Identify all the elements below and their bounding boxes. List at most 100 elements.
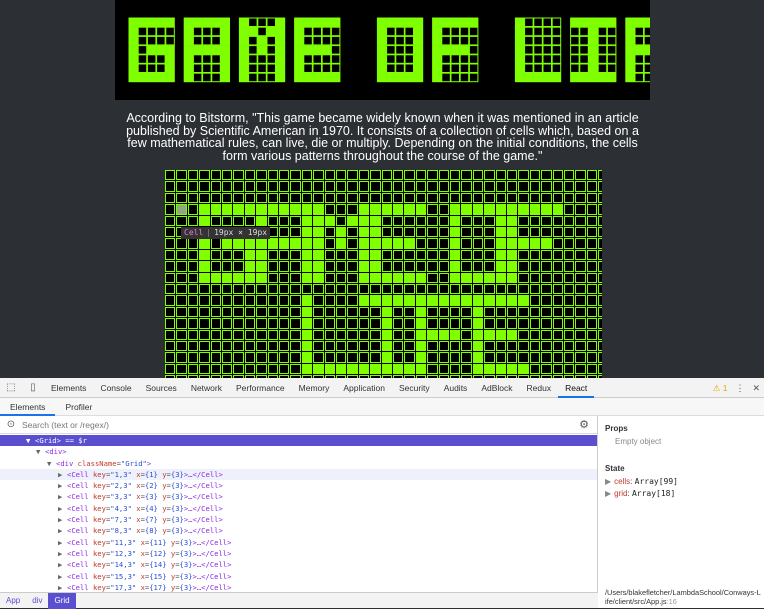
grid-cell[interactable] <box>233 204 244 215</box>
grid-cell[interactable] <box>222 181 233 192</box>
grid-cell[interactable] <box>529 204 541 215</box>
devtools-tab-redux[interactable]: Redux <box>520 378 559 398</box>
grid-cell[interactable] <box>575 215 586 226</box>
grid-cell[interactable] <box>256 261 267 272</box>
grid-cell[interactable] <box>438 272 449 283</box>
grid-cell[interactable] <box>438 318 449 329</box>
grid-cell[interactable] <box>233 284 244 295</box>
grid-cell[interactable] <box>586 249 598 261</box>
grid-cell[interactable] <box>598 227 602 238</box>
grid-cell[interactable] <box>165 306 176 318</box>
grid-cell[interactable] <box>393 192 404 204</box>
grid-cell[interactable] <box>552 181 563 192</box>
grid-cell[interactable] <box>404 204 415 215</box>
grid-cell[interactable] <box>370 192 381 204</box>
grid-cell[interactable] <box>472 170 484 181</box>
grid-cell[interactable] <box>301 227 313 238</box>
grid-cell[interactable] <box>256 192 267 204</box>
grid-cell[interactable] <box>187 318 199 329</box>
grid-cell[interactable] <box>541 363 552 375</box>
grid-cell[interactable] <box>564 363 575 375</box>
grid-cell[interactable] <box>301 295 313 306</box>
grid-cell[interactable] <box>507 329 518 340</box>
grid-cell[interactable] <box>529 318 541 329</box>
grid-cell[interactable] <box>529 352 541 363</box>
grid-cell[interactable] <box>199 318 210 329</box>
grid-cell[interactable] <box>461 170 472 181</box>
grid-cell[interactable] <box>187 306 199 318</box>
grid-cell[interactable] <box>552 295 563 306</box>
grid-cell[interactable] <box>347 295 358 306</box>
subtab-elements[interactable]: Elements <box>0 398 56 416</box>
grid-cell[interactable] <box>552 306 563 318</box>
grid-cell[interactable] <box>598 363 602 375</box>
grid-cell[interactable] <box>233 181 244 192</box>
grid-cell[interactable] <box>336 192 347 204</box>
close-devtools-icon[interactable]: ✕ <box>752 383 760 394</box>
grid-cell[interactable] <box>586 227 598 238</box>
grid-cell[interactable] <box>564 306 575 318</box>
grid-cell[interactable] <box>336 249 347 261</box>
grid-cell[interactable] <box>222 249 233 261</box>
grid-cell[interactable] <box>381 352 392 363</box>
grid-cell[interactable] <box>267 295 278 306</box>
grid-cell[interactable] <box>290 295 301 306</box>
grid-cell[interactable] <box>267 249 278 261</box>
grid-cell[interactable] <box>370 249 381 261</box>
grid-cell[interactable] <box>187 192 199 204</box>
grid-cell[interactable] <box>495 170 506 181</box>
grid-cell[interactable] <box>301 272 313 283</box>
grid-cell[interactable] <box>552 284 563 295</box>
grid-cell[interactable] <box>165 272 176 283</box>
grid-cell[interactable] <box>244 295 256 306</box>
grid-cell[interactable] <box>313 352 324 363</box>
grid-cell[interactable] <box>507 238 518 249</box>
grid-cell[interactable] <box>484 272 495 283</box>
grid-cell[interactable] <box>347 170 358 181</box>
grid-cell[interactable] <box>165 238 176 249</box>
grid-cell[interactable] <box>301 341 313 352</box>
grid-cell[interactable] <box>187 341 199 352</box>
grid-cell[interactable] <box>176 272 187 283</box>
grid-cell[interactable] <box>393 306 404 318</box>
grid-cell[interactable] <box>484 318 495 329</box>
grid-cell[interactable] <box>244 261 256 272</box>
grid-cell[interactable] <box>313 295 324 306</box>
grid-cell[interactable] <box>233 249 244 261</box>
state-entry[interactable]: ▶ grid: Array[18] <box>605 489 758 498</box>
grid-cell[interactable] <box>358 272 370 283</box>
grid-cell[interactable] <box>575 272 586 283</box>
grid-cell[interactable] <box>279 227 290 238</box>
grid-cell[interactable] <box>586 181 598 192</box>
grid-cell[interactable] <box>279 272 290 283</box>
grid-cell[interactable] <box>564 170 575 181</box>
grid-cell[interactable] <box>370 341 381 352</box>
grid-cell[interactable] <box>427 215 438 226</box>
grid-cell[interactable] <box>427 295 438 306</box>
grid-cell[interactable] <box>450 341 461 352</box>
grid-cell[interactable] <box>586 295 598 306</box>
grid-cell[interactable] <box>301 318 313 329</box>
grid-cell[interactable] <box>301 170 313 181</box>
grid-cell[interactable] <box>575 363 586 375</box>
grid-cell[interactable] <box>507 261 518 272</box>
grid-cell[interactable] <box>393 363 404 375</box>
grid-cell[interactable] <box>507 363 518 375</box>
grid-cell[interactable] <box>518 329 529 340</box>
devtools-tab-memory[interactable]: Memory <box>292 378 337 398</box>
grid-cell[interactable] <box>313 318 324 329</box>
grid-cell[interactable] <box>438 215 449 226</box>
grid-cell[interactable] <box>222 272 233 283</box>
grid-cell[interactable] <box>301 204 313 215</box>
grid-cell[interactable] <box>370 261 381 272</box>
grid-cell[interactable] <box>370 181 381 192</box>
grid-cell[interactable] <box>165 261 176 272</box>
grid-cell[interactable] <box>404 284 415 295</box>
grid-cell[interactable] <box>313 204 324 215</box>
grid-cell[interactable] <box>564 238 575 249</box>
grid-cell[interactable] <box>244 181 256 192</box>
grid-cell[interactable] <box>199 329 210 340</box>
grid-cell[interactable] <box>279 261 290 272</box>
grid-cell[interactable] <box>438 261 449 272</box>
grid-cell[interactable] <box>495 238 506 249</box>
